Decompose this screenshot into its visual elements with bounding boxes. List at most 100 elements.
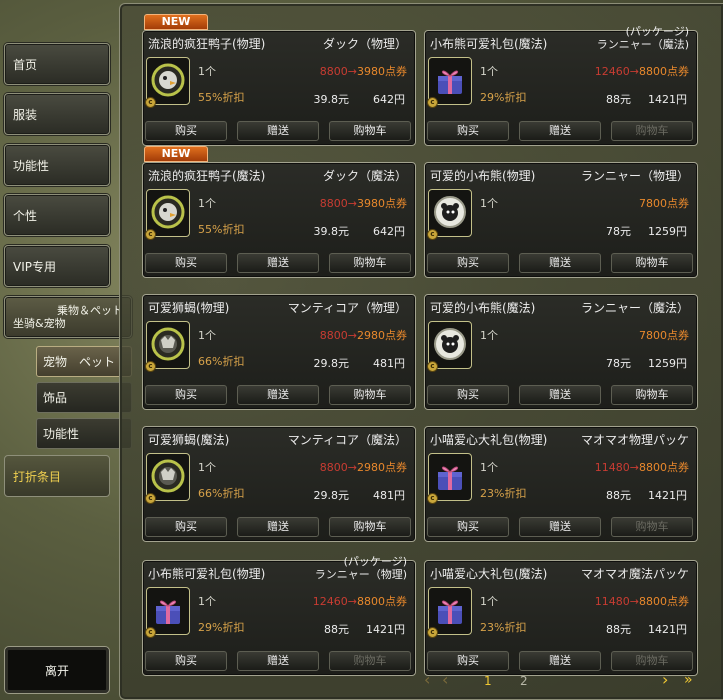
product-card: 小喵爱心大礼包(物理) マオマオ物理パッケ c 1个 11480→8800点券 … bbox=[424, 426, 698, 542]
add-to-cart-button: 购物车 bbox=[611, 651, 693, 671]
sidebar-item-label: 功能性 bbox=[13, 158, 50, 173]
page-first-button[interactable]: ‹ bbox=[442, 670, 448, 689]
product-card: 小喵爱心大礼包(魔法) マオマオ魔法パッケ c 1个 11480→8800点券 … bbox=[424, 560, 698, 676]
gift-button[interactable]: 赠送 bbox=[519, 121, 601, 141]
price-yuan: 29.8元 bbox=[313, 357, 350, 370]
leave-button[interactable]: 离开 bbox=[4, 646, 110, 694]
price-line: 11480→8800点券 bbox=[595, 593, 689, 609]
product-card: 流浪的疯狂鸭子(物理) ダック（物理） c 1个 8800→3980点券 55%… bbox=[142, 30, 416, 146]
sidebar-item-clothing[interactable]: 服装 bbox=[4, 93, 110, 135]
gift-button[interactable]: 赠送 bbox=[237, 517, 319, 537]
discount-label: 66%折扣 bbox=[198, 487, 245, 500]
buy-button[interactable]: 购买 bbox=[145, 651, 227, 671]
page-2-button[interactable]: 2 bbox=[520, 674, 528, 688]
page-last-button[interactable]: » bbox=[684, 672, 693, 688]
coin-icon: c bbox=[427, 229, 438, 240]
new-badge: NEW bbox=[144, 14, 208, 30]
price-yuan: 29.8元 bbox=[313, 489, 350, 502]
manticore-mount-icon bbox=[150, 326, 186, 365]
coin-icon: c bbox=[145, 493, 156, 504]
gift-box-icon bbox=[150, 592, 186, 631]
product-name-jp: (パッケージ) ランニャー（物理) bbox=[314, 555, 407, 581]
price-yuan: 88元 bbox=[324, 623, 349, 636]
gift-button[interactable]: 赠送 bbox=[237, 651, 319, 671]
sidebar-item-sale[interactable]: 打折条目 bbox=[4, 455, 110, 497]
buy-button[interactable]: 购买 bbox=[145, 121, 227, 141]
gift-box-icon bbox=[432, 62, 468, 101]
buy-button[interactable]: 购买 bbox=[145, 385, 227, 405]
leave-label: 离开 bbox=[44, 663, 69, 678]
new-badge: NEW bbox=[144, 146, 208, 162]
buy-button[interactable]: 购买 bbox=[427, 385, 509, 405]
add-to-cart-button: 购物车 bbox=[611, 517, 693, 537]
add-to-cart-button[interactable]: 购物车 bbox=[329, 385, 411, 405]
add-to-cart-button[interactable]: 购物车 bbox=[329, 121, 411, 141]
price-yen: 481円 bbox=[373, 357, 405, 370]
page-next-button[interactable]: › bbox=[662, 670, 668, 689]
price-discounted: 3980点券 bbox=[357, 197, 407, 210]
product-name-jp: マンティコア（物理） bbox=[287, 301, 407, 315]
price-original: 8800 bbox=[319, 65, 348, 78]
gift-button[interactable]: 赠送 bbox=[519, 651, 601, 671]
price-discounted: 2980点券 bbox=[357, 461, 407, 474]
page-1-button[interactable]: 1 bbox=[484, 674, 492, 688]
product-quantity: 1个 bbox=[480, 595, 498, 608]
price-arrow: → bbox=[347, 65, 357, 78]
product-name: 可爱狮蝎(物理) bbox=[148, 301, 230, 315]
discount-label: 29%折扣 bbox=[480, 91, 527, 104]
product-name: 可爱狮蝎(魔法) bbox=[148, 433, 230, 447]
gift-button[interactable]: 赠送 bbox=[237, 253, 319, 273]
price-yen: 1259円 bbox=[648, 225, 687, 238]
buy-button[interactable]: 购买 bbox=[427, 651, 509, 671]
sidebar-item-functional[interactable]: 功能性 bbox=[4, 144, 110, 186]
gift-button[interactable]: 赠送 bbox=[237, 121, 319, 141]
sidebar-item-mount-pet[interactable]: 乗物＆ペット 坐骑&宠物 bbox=[4, 296, 132, 338]
gift-button[interactable]: 赠送 bbox=[519, 253, 601, 273]
page-prev-button[interactable]: ‹ bbox=[424, 670, 430, 689]
sidebar-item-home[interactable]: 首页 bbox=[4, 43, 110, 85]
sidebar-item-label: 打折条目 bbox=[13, 469, 62, 484]
add-to-cart-button[interactable]: 购物车 bbox=[611, 253, 693, 273]
sidebar-item-personality[interactable]: 个性 bbox=[4, 194, 110, 236]
add-to-cart-button[interactable]: 购物车 bbox=[329, 517, 411, 537]
buy-button[interactable]: 购买 bbox=[145, 517, 227, 537]
price-yuan: 39.8元 bbox=[313, 93, 350, 106]
discount-label: 66%折扣 bbox=[198, 355, 245, 368]
product-name: 可爱的小布熊(魔法) bbox=[430, 301, 536, 315]
gift-button[interactable]: 赠送 bbox=[519, 385, 601, 405]
gift-button[interactable]: 赠送 bbox=[519, 517, 601, 537]
price-line: 7800点券 bbox=[639, 327, 689, 343]
price-yen: 642円 bbox=[373, 93, 405, 106]
bear-pet-icon bbox=[432, 326, 468, 365]
buy-button[interactable]: 购买 bbox=[145, 253, 227, 273]
price-yuan: 78元 bbox=[606, 225, 631, 238]
buy-button[interactable]: 购买 bbox=[427, 517, 509, 537]
subnav-item-accessory[interactable]: 饰品 bbox=[36, 382, 132, 413]
buy-button[interactable]: 购买 bbox=[427, 121, 509, 141]
sidebar-item-label: 个性 bbox=[13, 208, 38, 223]
price-original: 8800 bbox=[319, 197, 348, 210]
subnav-item-pet[interactable]: 宠物 ペット bbox=[36, 346, 132, 377]
subnav-item-functional[interactable]: 功能性 bbox=[36, 418, 132, 449]
price-line: 8800→3980点券 bbox=[320, 63, 407, 79]
price-arrow: → bbox=[629, 461, 639, 474]
gift-button[interactable]: 赠送 bbox=[237, 385, 319, 405]
coin-icon: c bbox=[145, 361, 156, 372]
add-to-cart-button[interactable]: 购物车 bbox=[611, 385, 693, 405]
gift-box-icon bbox=[432, 458, 468, 497]
product-quantity: 1个 bbox=[198, 197, 216, 210]
product-name-jp: (パッケージ) ランニャー（魔法) bbox=[596, 25, 689, 51]
subnav-item-label: 功能性 bbox=[43, 427, 80, 441]
add-to-cart-button[interactable]: 购物车 bbox=[329, 253, 411, 273]
duck-mount-icon bbox=[150, 62, 186, 101]
sidebar-item-vip[interactable]: VIP专用 bbox=[4, 245, 110, 287]
product-name-jp: ダック（魔法） bbox=[322, 169, 407, 183]
price-line: 12460→8800点券 bbox=[313, 593, 407, 609]
product-quantity: 1个 bbox=[480, 197, 498, 210]
product-name-jp: マンティコア（魔法） bbox=[287, 433, 407, 447]
add-to-cart-button: 购物车 bbox=[611, 121, 693, 141]
price-arrow: → bbox=[629, 595, 639, 608]
buy-button[interactable]: 购买 bbox=[427, 253, 509, 273]
product-name: 流浪的疯狂鸭子(物理) bbox=[148, 37, 266, 51]
price-line: 7800点券 bbox=[639, 195, 689, 211]
